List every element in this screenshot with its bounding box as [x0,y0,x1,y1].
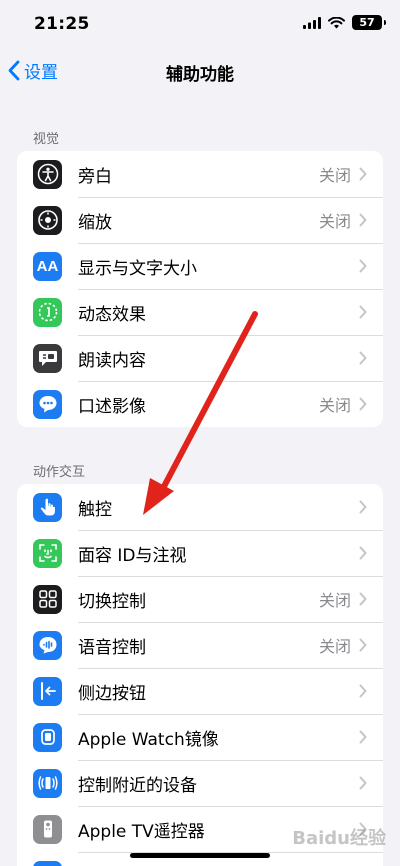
row-label: 控制附近的设备 [78,775,197,796]
row-control-nearby-devices[interactable]: 控制附近的设备 [17,760,383,806]
row-value: 关闭 [318,212,351,231]
row-label: 语音控制 [78,637,146,658]
speech-bubble-icon [33,343,62,373]
row-spoken-content[interactable]: 朗读内容 [17,335,383,381]
row-voiceover[interactable]: 旁白 关闭 [17,151,383,197]
voiceover-icon [33,159,62,189]
voice-control-icon [33,630,62,660]
chevron-right-icon [359,259,367,273]
watermark: Baidu经验 [292,828,386,849]
chevron-right-icon [359,500,367,514]
hand-icon [33,492,62,522]
row-side-button[interactable]: 侧边按钮 [17,668,383,714]
battery-indicator: 57 [352,15,386,30]
chevron-right-icon [359,776,367,790]
cellular-signal-icon [303,16,321,29]
face-id-icon [33,538,62,568]
navigation-bar: 设置 辅助功能 [0,52,400,92]
settings-group-physical-motor: 触控 面容 ID与注视 切换控制 关闭 语音控制 关闭 侧边按钮 Apple W… [17,484,383,866]
row-label: 侧边按钮 [78,683,146,704]
chevron-right-icon [359,397,367,411]
row-apple-watch-mirroring[interactable]: Apple Watch镜像 [17,714,383,760]
chevron-right-icon [359,305,367,319]
text-size-icon: AA [33,251,62,281]
partial-row-icon [33,860,62,866]
row-touch[interactable]: 触控 [17,484,383,530]
chevron-right-icon [359,592,367,606]
row-display-text-size[interactable]: AA 显示与文字大小 [17,243,383,289]
page-title: 辅助功能 [166,65,234,85]
row-voice-control[interactable]: 语音控制 关闭 [17,622,383,668]
row-label: 动态效果 [78,304,146,325]
chevron-right-icon [359,546,367,560]
chevron-right-icon [359,167,367,181]
section-header-vision: 视觉 [33,132,60,147]
row-value: 关闭 [318,637,351,656]
chevron-right-icon [359,730,367,744]
row-audio-descriptions[interactable]: 口述影像 关闭 [17,381,383,427]
side-button-icon [33,676,62,706]
row-label: 显示与文字大小 [78,258,197,279]
status-bar: 21:25 57 [0,0,400,48]
row-face-id-attention[interactable]: 面容 ID与注视 [17,530,383,576]
row-label: 缩放 [78,212,112,233]
watch-icon [33,722,62,752]
row-label: 触控 [78,499,112,520]
chevron-right-icon [359,351,367,365]
motion-icon [33,297,62,327]
row-value: 关闭 [318,591,351,610]
row-value: 关闭 [318,166,351,185]
home-indicator[interactable] [130,853,270,858]
chevron-right-icon [359,213,367,227]
row-label: 口述影像 [78,396,146,417]
row-motion[interactable]: 动态效果 [17,289,383,335]
zoom-icon [33,205,62,235]
chevron-right-icon [359,684,367,698]
row-label: 面容 ID与注视 [78,545,187,566]
chevron-right-icon [359,638,367,652]
audio-description-icon [33,389,62,419]
row-label: Apple Watch镜像 [78,729,219,750]
section-header-physical-motor: 动作交互 [33,465,86,480]
row-value: 关闭 [318,396,351,415]
nearby-devices-icon [33,768,62,798]
row-zoom[interactable]: 缩放 关闭 [17,197,383,243]
wifi-icon [328,16,345,28]
row-label: 朗读内容 [78,350,146,371]
tv-remote-icon [33,814,62,844]
row-label: 旁白 [78,166,112,187]
row-switch-control[interactable]: 切换控制 关闭 [17,576,383,622]
settings-group-vision: 旁白 关闭 缩放 关闭 AA 显示与文字大小 动态效果 朗读内容 口述影像 关闭 [17,151,383,427]
row-label: 切换控制 [78,591,146,612]
status-icons: 57 [303,15,386,30]
status-time: 21:25 [34,14,90,34]
switch-control-icon [33,584,62,614]
